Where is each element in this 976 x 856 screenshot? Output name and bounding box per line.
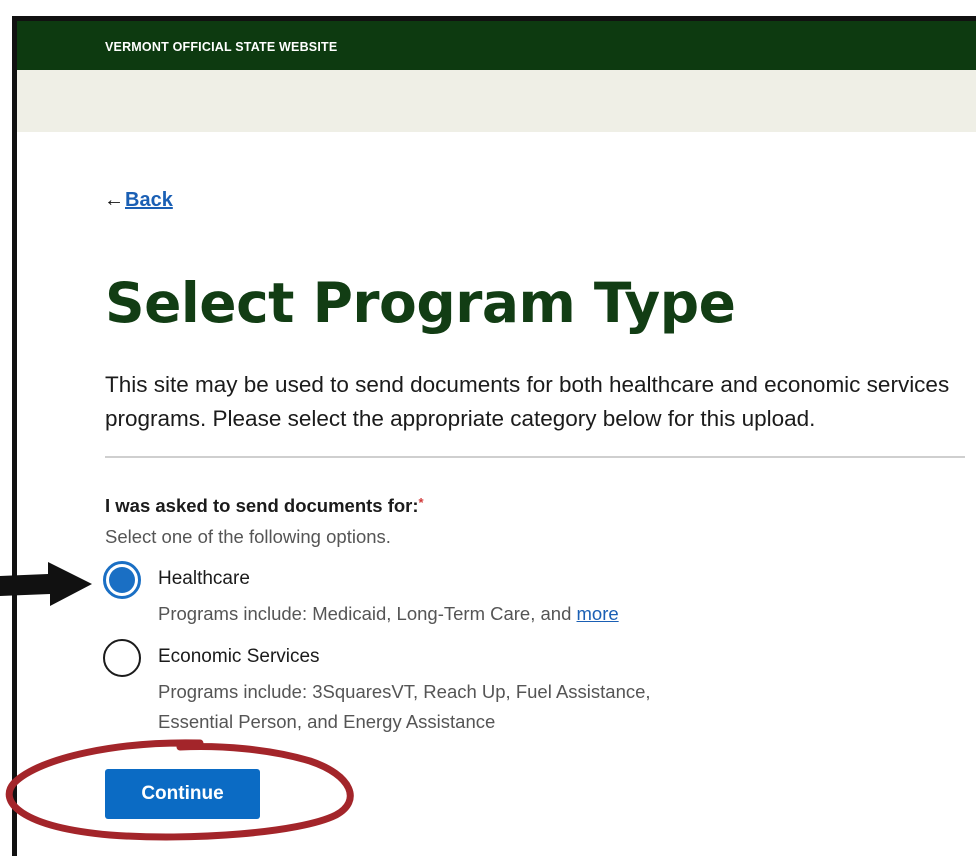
healthcare-title: Healthcare	[158, 568, 250, 589]
economic-services-description: Programs include: 3SquaresVT, Reach Up, …	[158, 677, 651, 737]
healthcare-radio[interactable]	[103, 561, 141, 599]
page-title: Select Program Type	[105, 271, 736, 335]
economic-services-description-line1: Programs include: 3SquaresVT, Reach Up, …	[158, 681, 651, 702]
question-hint: Select one of the following options.	[105, 526, 391, 547]
section-divider	[105, 456, 965, 458]
economic-services-radio[interactable]	[103, 639, 141, 677]
back-link-row: ← Back	[104, 189, 173, 212]
back-link[interactable]: Back	[125, 189, 173, 212]
economic-services-title: Economic Services	[158, 646, 320, 667]
page-intro: This site may be used to send documents …	[105, 372, 950, 431]
question-label-text: I was asked to send documents for:	[105, 495, 419, 516]
back-arrow-icon: ←	[104, 189, 124, 211]
site-header	[17, 70, 976, 132]
healthcare-description: Programs include: Medicaid, Long-Term Ca…	[158, 599, 619, 629]
economic-services-description-line2: Essential Person, and Energy Assistance	[158, 711, 496, 732]
healthcare-description-text: Programs include: Medicaid, Long-Term Ca…	[158, 603, 577, 624]
official-site-banner: VERMONT OFFICIAL STATE WEBSITE	[17, 21, 976, 70]
official-site-banner-text: VERMONT OFFICIAL STATE WEBSITE	[105, 40, 338, 54]
annotation-arrow-icon	[0, 562, 92, 606]
browser-viewport: VERMONT OFFICIAL STATE WEBSITE ← Back Se…	[12, 16, 976, 856]
question-label: I was asked to send documents for:*	[105, 495, 424, 517]
required-marker: *	[418, 495, 424, 510]
annotation-circle	[5, 739, 354, 841]
more-programs-link[interactable]: more	[577, 603, 619, 624]
